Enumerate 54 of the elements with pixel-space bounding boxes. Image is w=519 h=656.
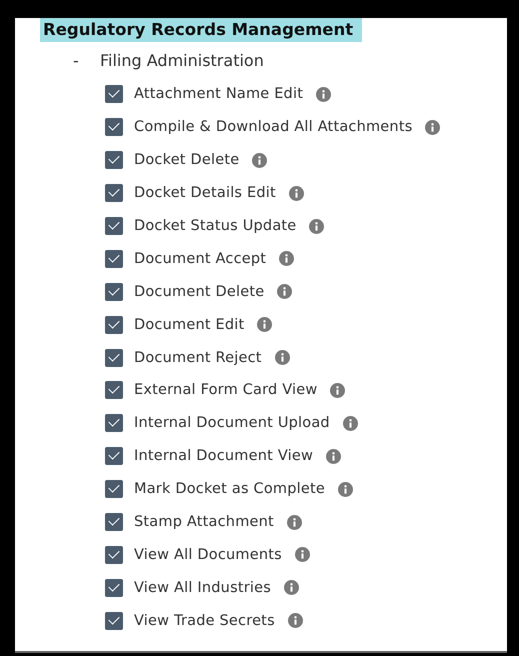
permission-label: View All Documents [134,546,282,563]
permission-label: View Trade Secrets [134,612,275,629]
info-icon[interactable] [294,547,310,562]
info-icon[interactable] [288,186,304,201]
checkbox[interactable] [105,447,123,466]
checkbox[interactable] [105,85,123,104]
info-icon[interactable] [286,514,302,530]
permission-label: Docket Delete [134,152,240,168]
info-icon[interactable] [284,580,299,596]
permission-label: Docket Details Edit [134,185,276,202]
info-icon[interactable] [342,416,358,431]
checkbox[interactable] [105,151,123,170]
checkbox[interactable] [105,118,123,136]
info-icon[interactable] [326,448,342,464]
info-icon[interactable] [309,218,324,234]
permission-label: Compile & Download All Attachments [134,119,412,136]
info-icon[interactable] [338,482,353,497]
checkbox[interactable] [105,250,123,268]
checkbox[interactable] [105,480,123,498]
info-icon[interactable] [330,382,346,398]
checkbox[interactable] [105,282,123,301]
permission-label: Mark Docket as Complete [134,481,325,498]
info-icon[interactable] [252,152,268,168]
permission-label: Docket Status Update [134,218,296,234]
collapse-toggle[interactable]: - [73,50,100,70]
permission-label: Internal Document Upload [134,415,330,432]
permission-label: Document Edit [134,316,244,333]
info-icon[interactable] [274,350,290,366]
permission-label: Document Reject [134,350,262,366]
info-icon[interactable] [279,251,294,266]
permission-label: External Form Card View [134,382,318,398]
checkbox[interactable] [105,513,123,532]
checkbox[interactable] [105,184,123,202]
checkbox[interactable] [105,546,123,564]
group-label: Filing Administration [100,50,264,70]
checkbox[interactable] [105,612,123,630]
checkbox[interactable] [105,381,123,400]
checkbox[interactable] [105,348,123,367]
permission-label: Internal Document View [134,448,314,464]
permission-label: Attachment Name Edit [134,86,304,102]
info-icon[interactable] [316,86,332,102]
permission-label: Document Delete [134,284,264,300]
info-icon[interactable] [257,317,272,332]
permission-label: Document Accept [134,250,266,267]
checkbox[interactable] [105,217,123,235]
checkbox[interactable] [105,578,123,597]
info-icon[interactable] [425,120,440,135]
checkbox[interactable] [105,414,123,432]
info-icon[interactable] [277,284,292,300]
section-heading: Regulatory Records Management [40,18,362,42]
checkbox[interactable] [105,316,123,334]
permission-label: View All Industries [134,580,271,596]
permission-label: Stamp Attachment [134,514,274,530]
info-icon[interactable] [288,613,303,628]
